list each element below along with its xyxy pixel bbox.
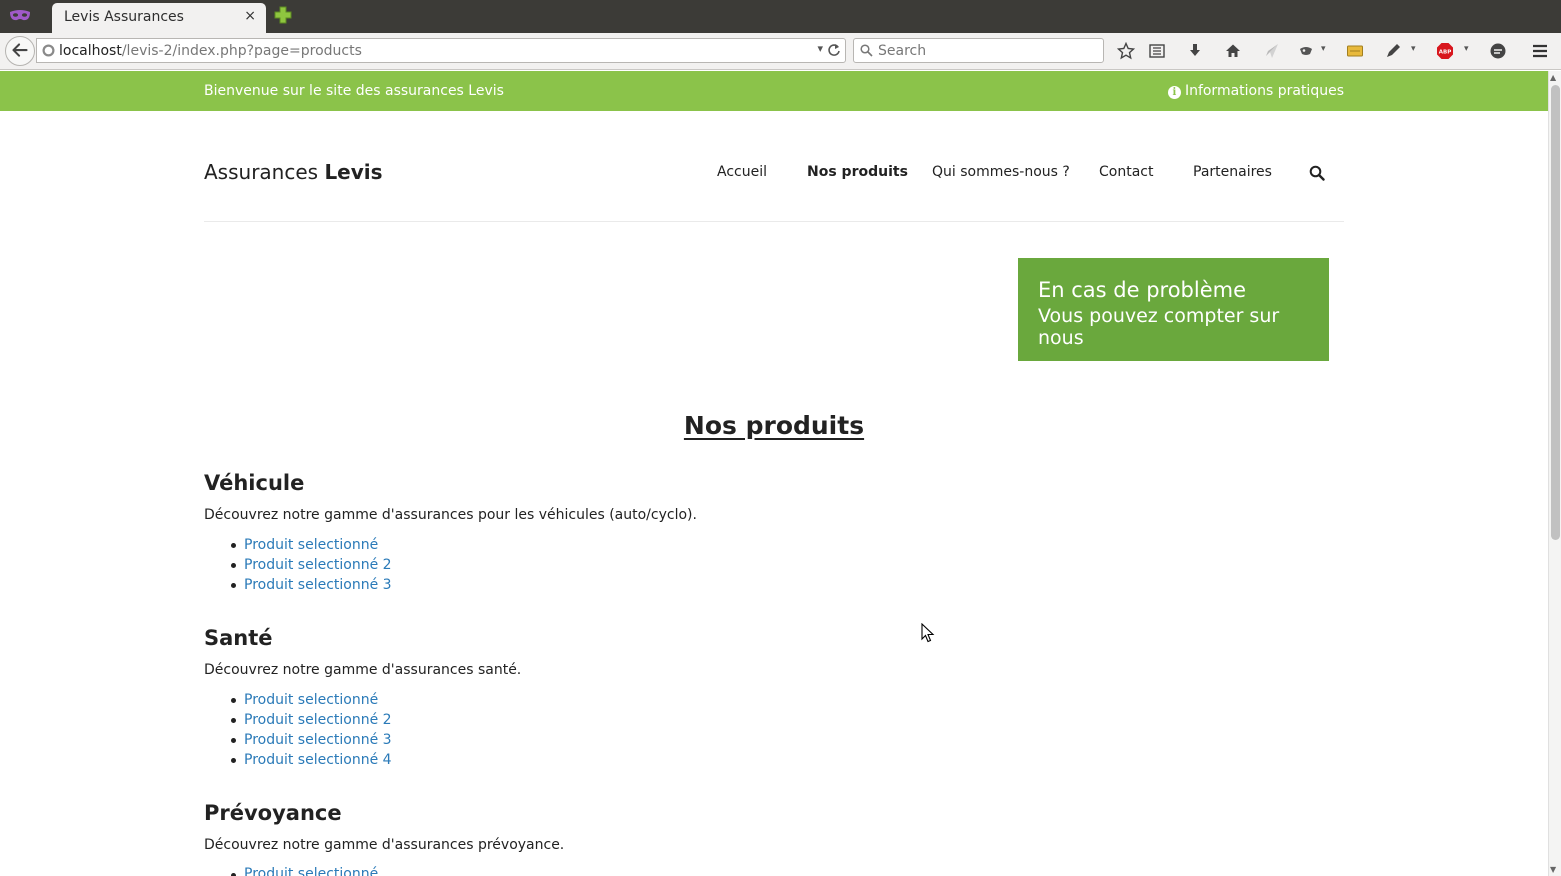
scroll-down-icon[interactable]: ▼: [1550, 865, 1556, 874]
section-title-sante: Santé: [204, 626, 273, 650]
tab-title: Levis Assurances: [64, 9, 184, 25]
product-link[interactable]: Produit selectionné 4: [244, 752, 392, 768]
send-icon[interactable]: [1262, 42, 1280, 60]
list-bullet: [231, 758, 236, 763]
product-link[interactable]: Produit selectionné: [244, 692, 378, 708]
tab-close-icon[interactable]: ×: [244, 8, 256, 24]
brand-light: Assurances: [204, 160, 319, 184]
section-desc-prevoyance: Découvrez notre gamme d'assurances prévo…: [204, 837, 565, 853]
pen-icon[interactable]: [1384, 42, 1402, 60]
list-bullet: [231, 718, 236, 723]
site-logo[interactable]: Assurances Levis: [204, 160, 383, 184]
product-link[interactable]: Produit selectionné: [244, 537, 378, 553]
nav-nos-produits[interactable]: Nos produits: [807, 164, 908, 180]
web-page: Bienvenue sur le site des assurances Lev…: [0, 71, 1548, 876]
list-bullet: [231, 583, 236, 588]
new-tab-plus-icon[interactable]: [272, 4, 294, 26]
browser-tab[interactable]: Levis Assurances ×: [52, 3, 266, 33]
page-scrollbar[interactable]: ▲ ▼: [1548, 71, 1561, 876]
nav-search-icon[interactable]: [1309, 165, 1325, 181]
section-title-prevoyance: Prévoyance: [204, 801, 342, 825]
list-bullet: [231, 698, 236, 703]
url-host: localhost: [59, 43, 122, 59]
product-link[interactable]: Produit selectionné: [244, 866, 378, 876]
product-link[interactable]: Produit selectionné 2: [244, 712, 392, 728]
scroll-up-icon[interactable]: ▲: [1550, 73, 1556, 82]
section-desc-sante: Découvrez notre gamme d'assurances santé…: [204, 662, 522, 678]
url-path: /levis-2/index.php?page=products: [121, 43, 362, 59]
site-info-icon[interactable]: [42, 44, 55, 57]
section-desc-vehicule: Découvrez notre gamme d'assurances pour …: [204, 507, 697, 523]
promo-title: En cas de problème: [1038, 278, 1247, 302]
nav-partenaires[interactable]: Partenaires: [1193, 164, 1272, 180]
reading-list-icon[interactable]: [1148, 42, 1166, 60]
product-link[interactable]: Produit selectionné 2: [244, 557, 392, 573]
nav-contact[interactable]: Contact: [1099, 164, 1153, 180]
pen-dropdown-icon[interactable]: ▾: [1411, 44, 1416, 54]
chat-icon[interactable]: [1489, 42, 1507, 60]
extension-icon[interactable]: [1297, 42, 1315, 60]
menu-icon[interactable]: [1531, 42, 1549, 60]
browser-nav-bar: localhost/levis-2/index.php?page=product…: [0, 33, 1561, 70]
back-arrow-icon: [12, 43, 28, 57]
url-bar[interactable]: localhost/levis-2/index.php?page=product…: [36, 38, 846, 63]
brand-bold: Levis: [324, 160, 383, 184]
practical-info-link[interactable]: i Informations pratiques: [1167, 83, 1344, 99]
bookmark-star-icon[interactable]: [1117, 42, 1135, 60]
list-bullet: [231, 543, 236, 548]
info-icon: i: [1167, 86, 1181, 99]
promo-subtitle: Vous pouvez compter sur nous: [1038, 305, 1280, 349]
nav-accueil[interactable]: Accueil: [717, 164, 767, 180]
url-dropdown-icon[interactable]: ▾: [817, 42, 823, 55]
reload-icon[interactable]: [827, 42, 841, 58]
adblock-dropdown-icon[interactable]: ▾: [1464, 44, 1469, 54]
notes-icon[interactable]: [1346, 42, 1364, 60]
section-title-vehicule: Véhicule: [204, 471, 305, 495]
download-icon[interactable]: [1186, 42, 1204, 60]
product-link[interactable]: Produit selectionné 3: [244, 577, 392, 593]
practical-info-label: Informations pratiques: [1184, 83, 1344, 99]
product-link[interactable]: Produit selectionné 3: [244, 732, 392, 748]
header-divider: [204, 221, 1344, 222]
scroll-thumb[interactable]: [1551, 85, 1560, 540]
search-placeholder: Search: [878, 43, 927, 59]
extension-dropdown-icon[interactable]: ▾: [1321, 44, 1326, 54]
list-bullet: [231, 738, 236, 743]
nav-qui-sommes-nous[interactable]: Qui sommes-nous ?: [932, 164, 1070, 180]
home-icon[interactable]: [1224, 42, 1242, 60]
browser-search-field[interactable]: Search: [853, 38, 1104, 63]
page-title-text: Nos produits: [683, 411, 865, 440]
list-bullet: [231, 563, 236, 568]
mouse-cursor-icon: [921, 623, 935, 643]
search-icon: [860, 44, 873, 57]
private-mask-icon[interactable]: [8, 7, 32, 25]
adblock-icon[interactable]: ABP: [1436, 42, 1454, 60]
promo-banner: En cas de problème Vous pouvez compter s…: [1018, 258, 1329, 361]
back-button[interactable]: [5, 36, 35, 66]
adblock-label: ABP: [1439, 50, 1451, 56]
site-top-bar: Bienvenue sur le site des assurances Lev…: [0, 71, 1548, 111]
url-text[interactable]: localhost/levis-2/index.php?page=product…: [59, 43, 362, 59]
page-title: Nos produits: [0, 411, 1548, 440]
browser-tab-bar: Levis Assurances ×: [0, 0, 1561, 33]
welcome-text: Bienvenue sur le site des assurances Lev…: [204, 83, 504, 99]
